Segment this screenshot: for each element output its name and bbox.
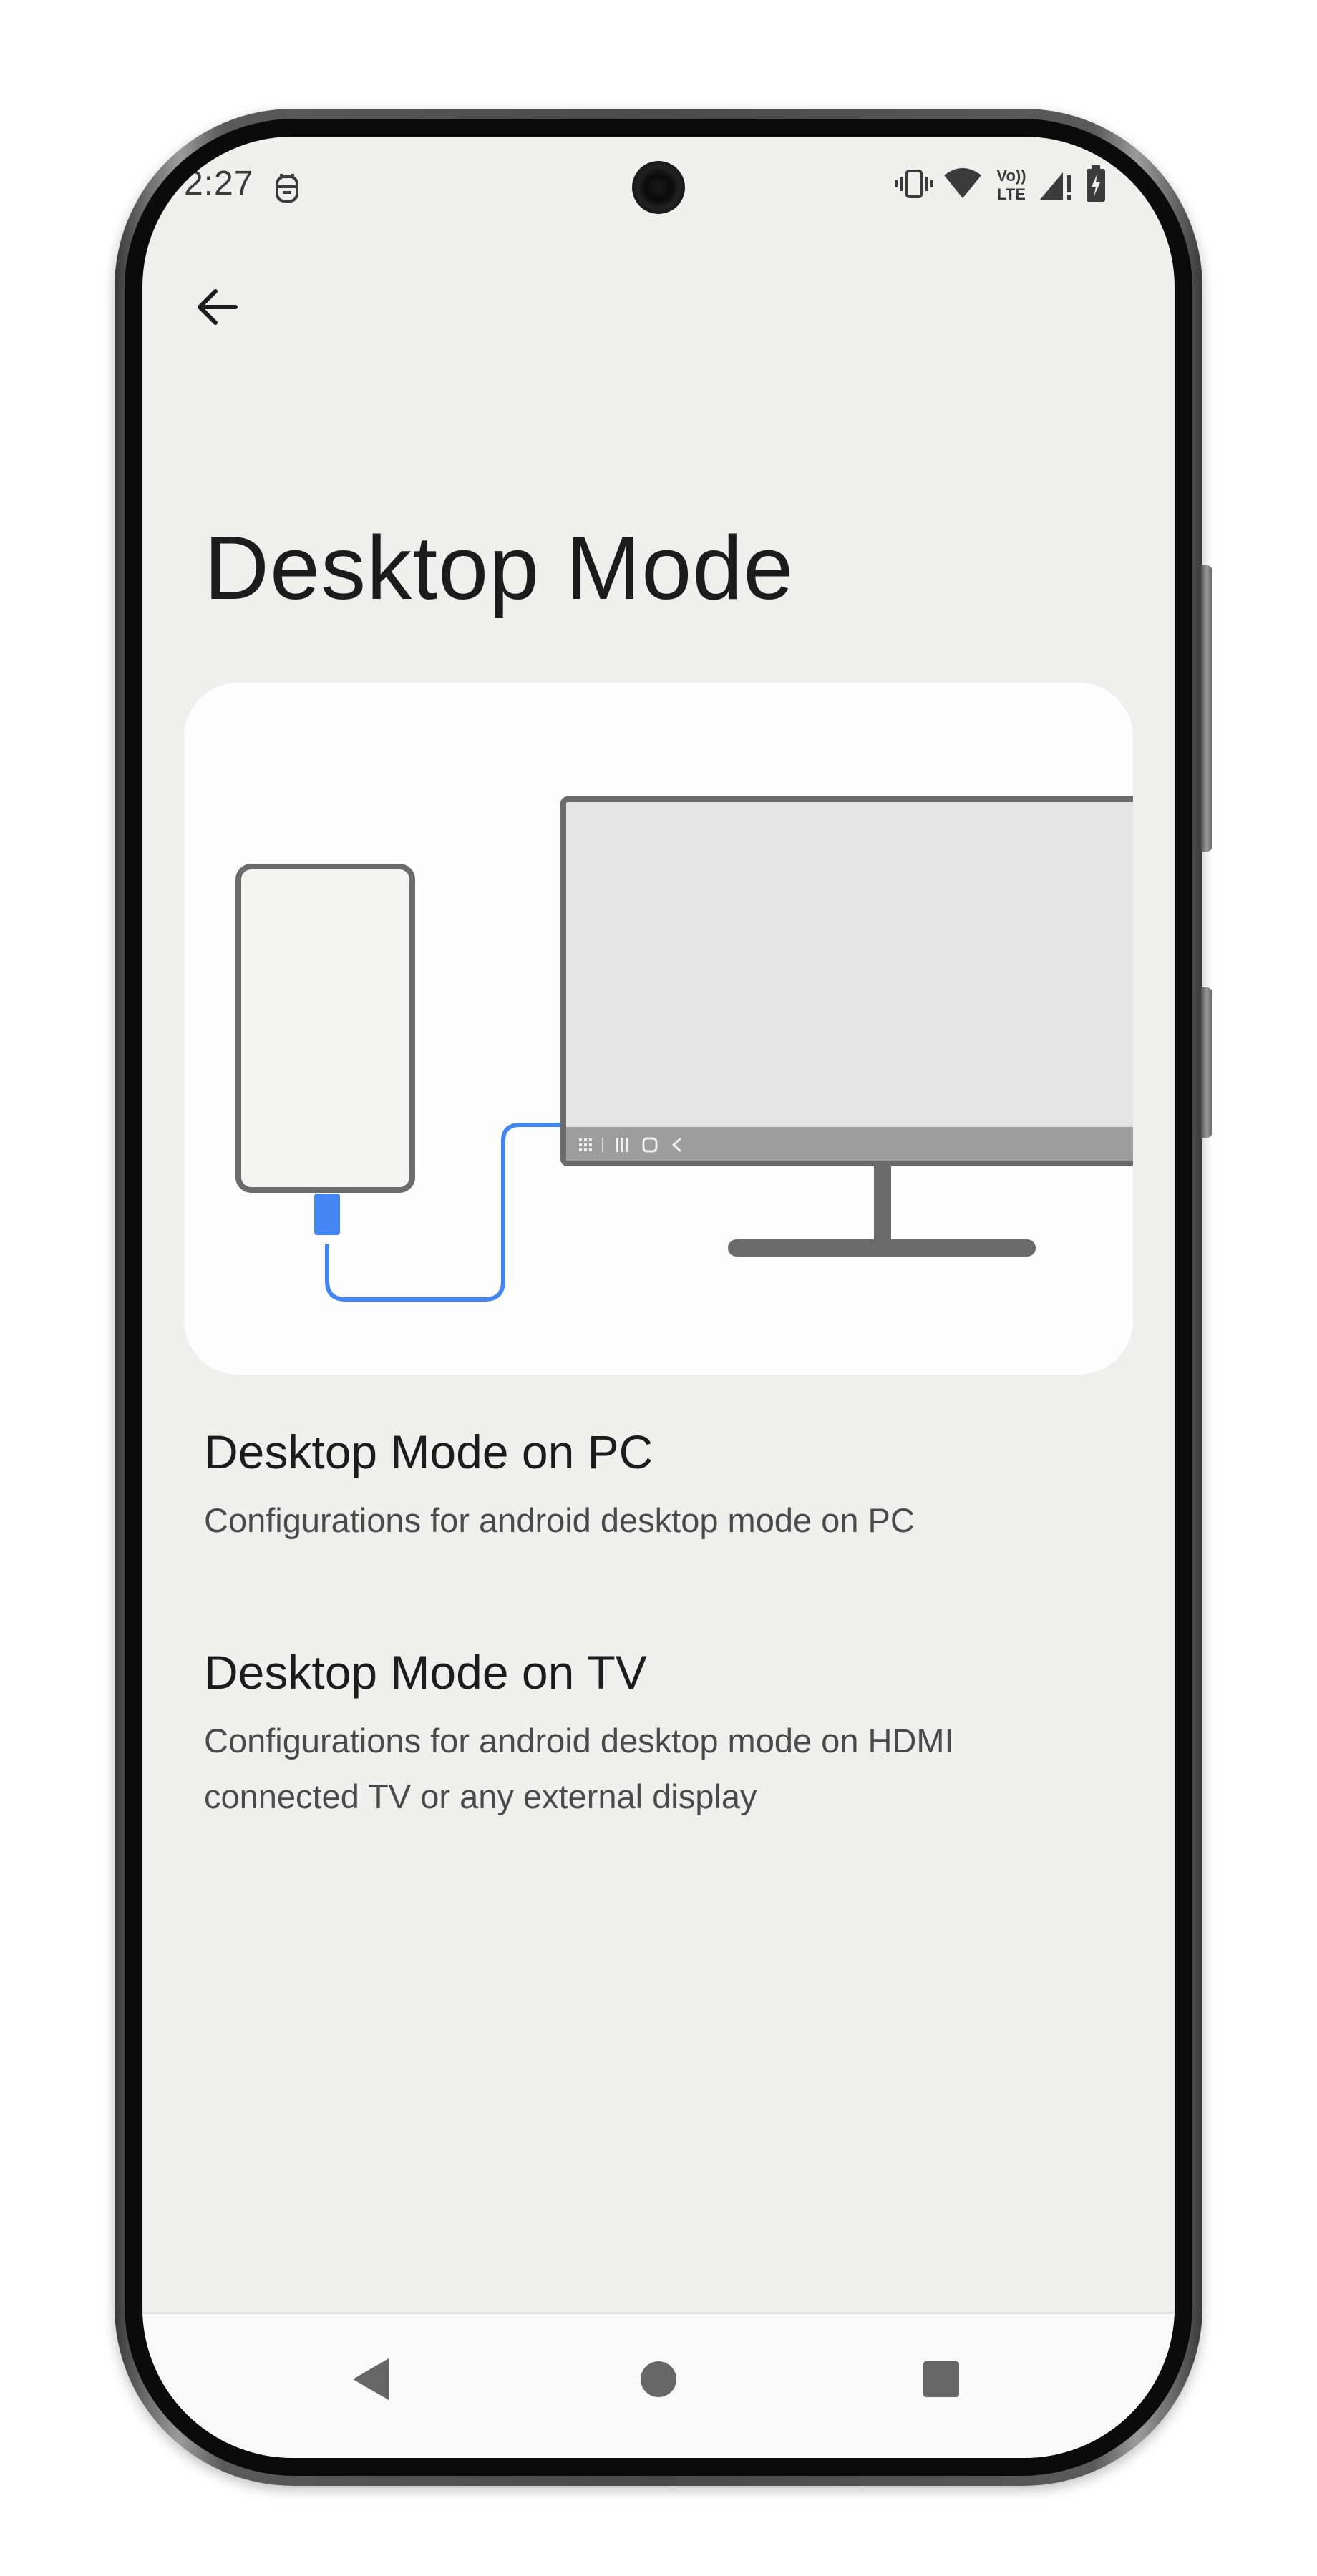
nav-home-button[interactable]: [619, 2341, 698, 2420]
illustration-svg: [235, 796, 1133, 1302]
illustration-phone: [235, 864, 415, 1193]
usb-plug: [314, 1194, 340, 1235]
power-button: [1201, 987, 1212, 1138]
home-circle-icon: [639, 2360, 678, 2402]
pref-title: Desktop Mode on TV: [204, 1646, 647, 1699]
volte-icon: Vo)) LTE: [993, 164, 1030, 204]
desktop-mode-illustration: [184, 683, 1133, 1375]
wifi-icon: [943, 165, 983, 203]
monitor-body: [560, 796, 1133, 1166]
page-title: Desktop Mode: [204, 517, 794, 618]
arrow-back-icon: [194, 284, 240, 333]
front-camera: [632, 161, 685, 214]
pref-desktop-mode-pc[interactable]: Desktop Mode on PC Configurations for an…: [142, 1425, 1175, 1596]
pref-desktop-mode-tv[interactable]: Desktop Mode on TV Configurations for an…: [142, 1645, 1175, 1860]
status-time: 2:27: [184, 165, 254, 203]
status-bar: 2:27 Vo)) LTE: [142, 137, 1175, 230]
vibrate-icon: [894, 168, 934, 203]
phone-screen: 2:27 Vo)) LTE Desktop Mode Desktop Mode …: [142, 137, 1175, 2458]
signal-icon: [1039, 168, 1074, 205]
monitor-neck: [874, 1163, 891, 1244]
back-button[interactable]: [174, 265, 260, 351]
navigation-bar: [142, 2312, 1175, 2458]
nav-back-button[interactable]: [331, 2341, 409, 2420]
monitor-base: [728, 1239, 1036, 1257]
pref-summary: Configurations for android desktop mode …: [204, 1722, 954, 1815]
screenshot-canvas: 2:27 Vo)) LTE Desktop Mode Desktop Mode …: [0, 0, 1317, 2576]
volume-button: [1201, 565, 1212, 852]
pref-summary: Configurations for android desktop mode …: [204, 1501, 915, 1539]
pref-title: Desktop Mode on PC: [204, 1425, 653, 1478]
monitor-taskbar: [566, 1127, 1133, 1161]
notification-icon: [273, 171, 301, 210]
nav-recents-button[interactable]: [902, 2341, 981, 2420]
volte-top-text: Vo)): [996, 167, 1026, 185]
back-triangle-icon: [350, 2357, 390, 2405]
recents-square-icon: [923, 2361, 960, 2401]
battery-charging-icon: [1086, 165, 1106, 206]
volte-bottom-text: LTE: [997, 185, 1026, 203]
